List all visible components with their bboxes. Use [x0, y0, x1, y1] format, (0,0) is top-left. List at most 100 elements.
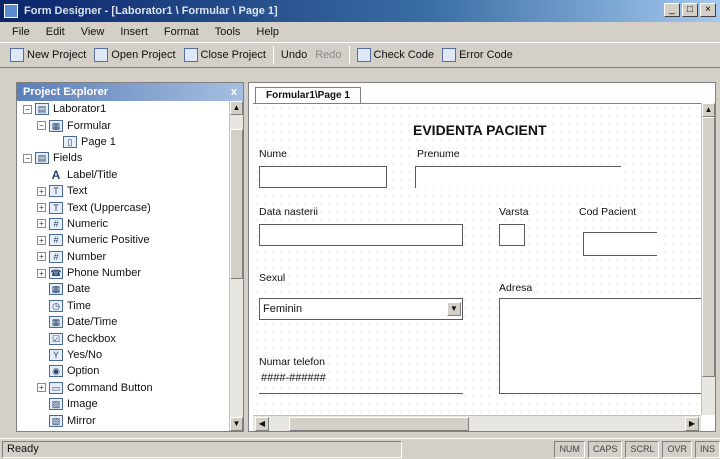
error-code-label: Error Code	[459, 49, 513, 61]
tree-item-label: Option	[67, 365, 100, 378]
window-title: Form Designer - [Laborator1 \ Formular \…	[24, 5, 278, 17]
tree-item[interactable]: Y Yes/No	[17, 347, 229, 363]
menu-help[interactable]: Help	[248, 26, 287, 38]
close-button[interactable]: ×	[700, 3, 716, 17]
tree-item[interactable]: + ☎ Phone Number	[17, 265, 229, 281]
menu-edit[interactable]: Edit	[38, 26, 73, 38]
form-icon: ▦	[49, 119, 63, 132]
tree-item[interactable]: + # Numeric	[17, 216, 229, 232]
tree-item[interactable]: ▨ Image	[17, 396, 229, 412]
tree-item[interactable]: + ▭ Command Button	[17, 380, 229, 396]
sexul-dropdown[interactable]: Feminin ▼	[259, 298, 463, 320]
tree-expander-icon[interactable]: +	[37, 203, 46, 213]
fields-icon: ▤	[35, 152, 49, 165]
designer-horizontal-scrollbar[interactable]: ◀ ▶	[253, 415, 701, 431]
tree-expander-icon[interactable]: +	[37, 268, 46, 278]
tree-item[interactable]: − ▤ Fields	[17, 150, 229, 166]
tree-expander-icon[interactable]: +	[37, 252, 46, 262]
designer-vertical-scrollbar[interactable]: ▲	[701, 103, 715, 415]
tree-expander-icon[interactable]: +	[37, 383, 46, 393]
tab-page-1[interactable]: Formular1\Page 1	[255, 87, 361, 103]
tree-item[interactable]: + T Text	[17, 183, 229, 199]
scroll-down-arrow-icon[interactable]: ▼	[230, 417, 243, 431]
explorer-close-button[interactable]: x	[231, 83, 237, 101]
tree-item-label: Phone Number	[67, 267, 141, 280]
tree-item-label: Time	[67, 299, 92, 312]
redo-button[interactable]: Redo	[311, 45, 345, 65]
status-num: NUM	[554, 440, 585, 458]
telefon-field[interactable]: ####-######	[259, 372, 463, 394]
tree-item-label: Label/Title	[67, 168, 118, 181]
cod-pacient-field[interactable]	[583, 232, 657, 256]
option-icon: ◉	[49, 365, 63, 378]
tree-item[interactable]: ◉ Option	[17, 363, 229, 379]
tree-item-label: Checkbox	[67, 332, 116, 345]
telefon-mask-value: ####-######	[261, 372, 326, 384]
tree-item-label: Mirror	[67, 414, 96, 427]
scroll-up-arrow-icon[interactable]: ▲	[230, 101, 243, 115]
prenume-field[interactable]	[415, 166, 621, 188]
close-project-button[interactable]: Close Project	[180, 45, 270, 65]
scroll-thumb[interactable]	[230, 129, 243, 279]
project-tree: − ▤ Laborator1− ▦ Formular ▯ Page 1− ▤ Fields A La…	[17, 101, 229, 431]
image-icon: ▨	[49, 398, 63, 411]
design-canvas[interactable]: EVIDENTA PACIENT Nume Prenume Data naste…	[253, 103, 705, 415]
tree-item[interactable]: + T Text (Uppercase)	[17, 199, 229, 215]
scroll-right-arrow-icon[interactable]: ▶	[685, 417, 699, 431]
tree-expander-icon[interactable]: −	[37, 121, 46, 131]
adresa-field[interactable]	[499, 298, 705, 394]
tree-expander-icon[interactable]: +	[37, 186, 46, 196]
error-code-button[interactable]: Error Code	[438, 45, 517, 65]
undo-button[interactable]: Undo	[277, 45, 311, 65]
tree-item[interactable]: ▯ Page 1	[17, 134, 229, 150]
tree-item[interactable]: ☑ Checkbox	[17, 330, 229, 346]
menu-insert[interactable]: Insert	[112, 26, 156, 38]
close-project-icon	[183, 48, 198, 62]
scroll-left-arrow-icon[interactable]: ◀	[255, 417, 269, 431]
tree-item[interactable]: − ▦ Formular	[17, 117, 229, 133]
tree-expander-icon[interactable]: +	[37, 235, 46, 245]
check-code-button[interactable]: Check Code	[353, 45, 439, 65]
menu-view[interactable]: View	[73, 26, 113, 38]
tree-item-label: Image	[67, 398, 98, 411]
label-numar-telefon: Numar telefon	[259, 356, 325, 368]
app-icon	[4, 4, 18, 18]
tree-item[interactable]: ◷ Time	[17, 298, 229, 314]
varsta-field[interactable]	[499, 224, 525, 246]
data-nasterii-field[interactable]	[259, 224, 463, 246]
scroll-thumb[interactable]	[702, 117, 715, 377]
tree-item[interactable]: ▦ Date/Time	[17, 314, 229, 330]
label-sexul: Sexul	[259, 272, 286, 284]
command-button-icon: ▭	[49, 381, 63, 394]
label-icon: A	[51, 167, 61, 182]
explorer-title: Project Explorer	[23, 86, 108, 98]
tree-expander-icon[interactable]: −	[23, 153, 32, 163]
date-icon: ▦	[49, 283, 63, 296]
tree-item[interactable]: + # Numeric Positive	[17, 232, 229, 248]
tree-item-label: Numeric	[67, 217, 108, 230]
tree-item[interactable]: − ▤ Laborator1	[17, 101, 229, 117]
minimize-button[interactable]: _	[664, 3, 680, 17]
menu-file[interactable]: File	[4, 26, 38, 38]
scroll-up-arrow-icon[interactable]: ▲	[702, 103, 715, 117]
tree-item[interactable]: + # Number	[17, 249, 229, 265]
tree-item[interactable]: ▧ Mirror	[17, 412, 229, 428]
tree-item-label: Yes/No	[67, 349, 103, 362]
tree-item-label: Formular	[67, 119, 112, 132]
tree-expander-icon[interactable]: −	[23, 104, 32, 114]
nume-field[interactable]	[259, 166, 387, 188]
tree-item[interactable]: A Label/Title	[17, 167, 229, 183]
tree-expander-icon[interactable]: +	[37, 219, 46, 229]
explorer-scrollbar[interactable]: ▲ ▼	[229, 101, 243, 431]
form-title: EVIDENTA PACIENT	[413, 122, 547, 138]
chevron-down-icon[interactable]: ▼	[447, 302, 461, 316]
menu-tools[interactable]: Tools	[207, 26, 249, 38]
tree-item-label: Page 1	[81, 135, 116, 148]
close-project-label: Close Project	[200, 49, 266, 61]
tree-item[interactable]: ▦ Date	[17, 281, 229, 297]
maximize-button[interactable]: □	[682, 3, 698, 17]
menu-format[interactable]: Format	[156, 26, 207, 38]
new-project-button[interactable]: New Project	[6, 45, 90, 65]
open-project-button[interactable]: Open Project	[90, 45, 179, 65]
scroll-thumb[interactable]	[289, 417, 469, 431]
